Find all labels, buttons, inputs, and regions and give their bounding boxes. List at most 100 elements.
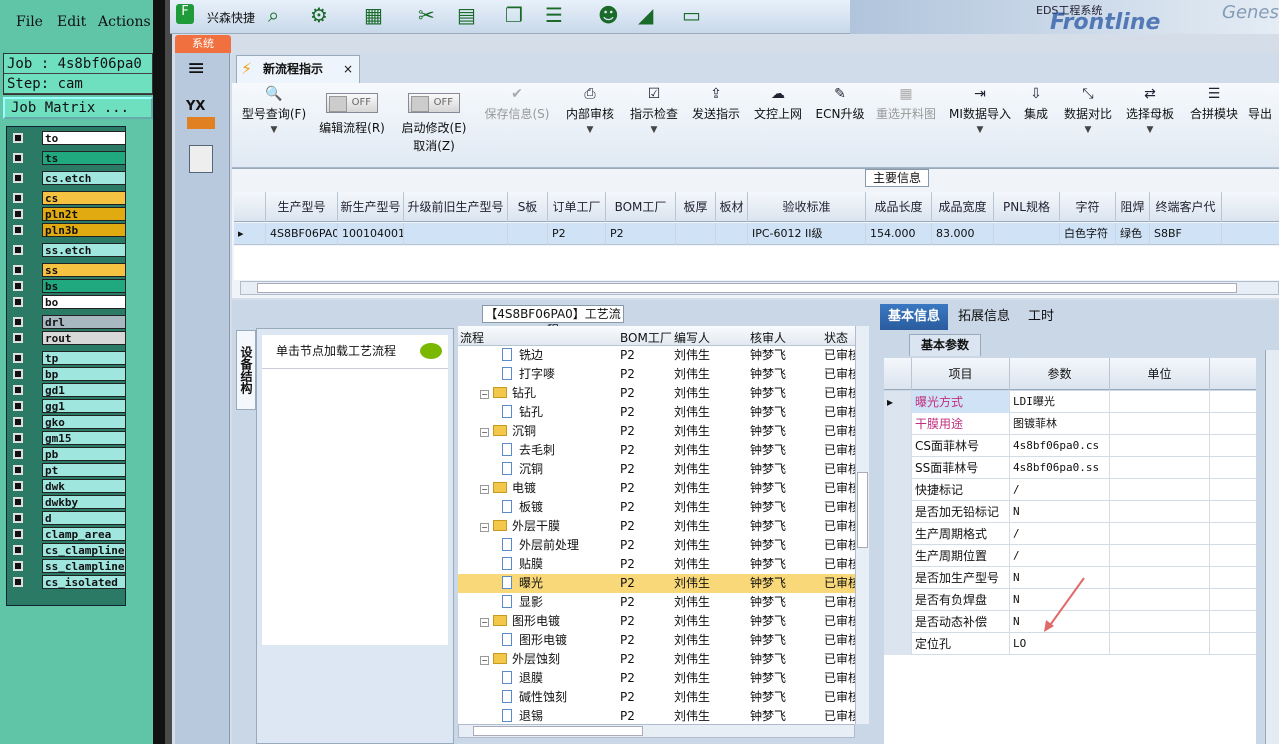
layer-name[interactable]: cs.etch — [42, 171, 126, 185]
layer-name[interactable]: rout — [42, 331, 126, 345]
layer-checkbox[interactable] — [13, 173, 23, 183]
internal-review-button[interactable]: ⎙ 内部审核 ▼ — [562, 83, 618, 163]
layer-checkbox[interactable] — [13, 265, 23, 275]
system-tab[interactable]: 系统 — [175, 35, 231, 53]
tree-node[interactable]: − 外层干膜 — [480, 517, 616, 536]
col-header[interactable]: PNL规格 — [994, 192, 1060, 222]
layer-row[interactable]: dwk — [10, 479, 128, 493]
layer-row[interactable]: cs_isolated — [10, 575, 128, 589]
layer-name[interactable]: pln3b — [42, 223, 126, 237]
layer-checkbox[interactable] — [13, 193, 23, 203]
layer-name[interactable]: dwkby — [42, 495, 126, 509]
scroll-thumb[interactable] — [473, 726, 643, 736]
tree-node[interactable]: − 外层蚀刻 — [480, 650, 616, 669]
layer-checkbox[interactable] — [13, 529, 23, 539]
layer-row[interactable]: bp — [10, 367, 128, 381]
tree-node[interactable]: 外层前处理 — [502, 536, 616, 555]
tree-node[interactable]: 铣边 — [502, 346, 616, 365]
cancel-label[interactable]: 取消(Z) — [396, 137, 472, 155]
layer-name[interactable]: to — [42, 131, 126, 145]
tree-row[interactable]: 板镀 P2 刘伟生 钟梦飞 已审核 — [458, 498, 855, 517]
tree-row[interactable]: 碱性蚀刻 P2 刘伟生 钟梦飞 已审核 — [458, 688, 855, 707]
layer-name[interactable]: bs — [42, 279, 126, 293]
layer-name[interactable]: gko — [42, 415, 126, 429]
hamburger-icon[interactable]: ≡ — [187, 58, 205, 80]
layer-checkbox[interactable] — [13, 369, 23, 379]
param-unit[interactable] — [1110, 567, 1210, 589]
col-header[interactable]: 板材 — [716, 192, 748, 222]
param-value[interactable]: LDI曝光 — [1010, 391, 1110, 413]
chart-icon[interactable]: ◢ — [638, 3, 653, 27]
layer-row[interactable]: gko — [10, 415, 128, 429]
collapse-icon[interactable]: − — [480, 428, 489, 437]
instruction-check-button[interactable]: ☑ 指示检查 ▼ — [626, 83, 682, 163]
layer-checkbox[interactable] — [13, 209, 23, 219]
list-icon[interactable]: ☰ — [545, 3, 563, 27]
layer-name[interactable]: cs_isolated — [42, 575, 126, 589]
layer-checkbox[interactable] — [13, 449, 23, 459]
reselect-cut-button[interactable]: ▦ 重选开料图 — [872, 83, 940, 163]
param-value[interactable]: 4s8bf06pa0.ss — [1010, 457, 1110, 479]
row-indicator-icon[interactable]: ▸ — [234, 223, 266, 245]
layer-checkbox[interactable] — [13, 297, 23, 307]
table-cell[interactable]: P2 — [606, 223, 676, 245]
tree-row[interactable]: − 钻孔 P2 刘伟生 钟梦飞 已审核 — [458, 384, 855, 403]
table-cell[interactable]: 4S8BF06PA0 — [266, 223, 338, 245]
table-cell[interactable] — [716, 223, 748, 245]
layer-checkbox[interactable] — [13, 245, 23, 255]
param-unit[interactable] — [1110, 457, 1210, 479]
tab-new-process[interactable]: ⚡ 新流程指示 × — [236, 55, 360, 83]
layer-row[interactable]: gd1 — [10, 383, 128, 397]
layer-name[interactable]: pb — [42, 447, 126, 461]
layer-checkbox[interactable] — [13, 545, 23, 555]
calculator-icon[interactable] — [189, 145, 213, 173]
tree-row[interactable]: − 外层蚀刻 P2 刘伟生 钟梦飞 已审核 — [458, 650, 855, 669]
layer-name[interactable]: bo — [42, 295, 126, 309]
param-row[interactable]: CS面菲林号 4s8bf06pa0.cs — [884, 435, 1256, 457]
col-header[interactable]: S板 — [508, 192, 548, 222]
layer-row[interactable]: gm15 — [10, 431, 128, 445]
param-value[interactable]: / — [1010, 545, 1110, 567]
layer-row[interactable]: tp — [10, 351, 128, 365]
layer-name[interactable]: pt — [42, 463, 126, 477]
tree-row[interactable]: 曝光 P2 刘伟生 钟梦飞 已审核 — [458, 574, 855, 593]
tree-row[interactable]: 退膜 P2 刘伟生 钟梦飞 已审核 — [458, 669, 855, 688]
collapse-icon[interactable]: − — [480, 485, 489, 494]
collapsed-panel[interactable] — [1265, 350, 1279, 744]
layer-name[interactable]: drl — [42, 315, 126, 329]
layer-checkbox[interactable] — [13, 353, 23, 363]
param-unit[interactable] — [1110, 545, 1210, 567]
tree-row[interactable]: 外层前处理 P2 刘伟生 钟梦飞 已审核 — [458, 536, 855, 555]
tree-row[interactable]: − 图形电镀 P2 刘伟生 钟梦飞 已审核 — [458, 612, 855, 631]
layer-row[interactable]: pln2t — [10, 207, 128, 221]
integrate-button[interactable]: ⇩ 集成 — [1018, 83, 1054, 163]
collapse-icon[interactable]: − — [480, 390, 489, 399]
param-value[interactable]: N — [1010, 501, 1110, 523]
tree-node[interactable]: 图形电镀 — [502, 631, 616, 650]
ecn-upgrade-button[interactable]: ✎ ECN升级 — [812, 83, 868, 163]
tree-node[interactable]: 打字嘜 — [502, 365, 616, 384]
table-cell[interactable]: S8BF — [1150, 223, 1222, 245]
col-header[interactable]: 新生产型号 — [338, 192, 404, 222]
layer-row[interactable]: ss.etch — [10, 243, 128, 257]
grid-icon[interactable]: ▦ — [364, 3, 383, 27]
layer-checkbox[interactable] — [13, 433, 23, 443]
doc-online-button[interactable]: ☁ 文控上网 — [750, 83, 806, 163]
layer-row[interactable]: pt — [10, 463, 128, 477]
layer-checkbox[interactable] — [13, 317, 23, 327]
menu-file[interactable]: File — [16, 14, 43, 30]
tree-row[interactable]: 显影 P2 刘伟生 钟梦飞 已审核 — [458, 593, 855, 612]
layer-checkbox[interactable] — [13, 133, 23, 143]
param-row[interactable]: 是否加无铅标记 N — [884, 501, 1256, 523]
layer-name[interactable]: ss — [42, 263, 126, 277]
layer-row[interactable]: ss_clampline — [10, 559, 128, 573]
col-header[interactable]: 字符 — [1060, 192, 1116, 222]
tree-row[interactable]: 铣边 P2 刘伟生 钟梦飞 已审核 — [458, 346, 855, 365]
tree-row[interactable]: 去毛刺 P2 刘伟生 钟梦飞 已审核 — [458, 441, 855, 460]
param-value[interactable]: 图镀菲林 — [1010, 413, 1110, 435]
layer-checkbox[interactable] — [13, 401, 23, 411]
tree-row[interactable]: − 沉铜 P2 刘伟生 钟梦飞 已审核 — [458, 422, 855, 441]
tree-node[interactable]: − 电镀 — [480, 479, 616, 498]
tab-basic-info[interactable]: 基本信息 — [880, 304, 949, 330]
tree-node[interactable]: 显影 — [502, 593, 616, 612]
